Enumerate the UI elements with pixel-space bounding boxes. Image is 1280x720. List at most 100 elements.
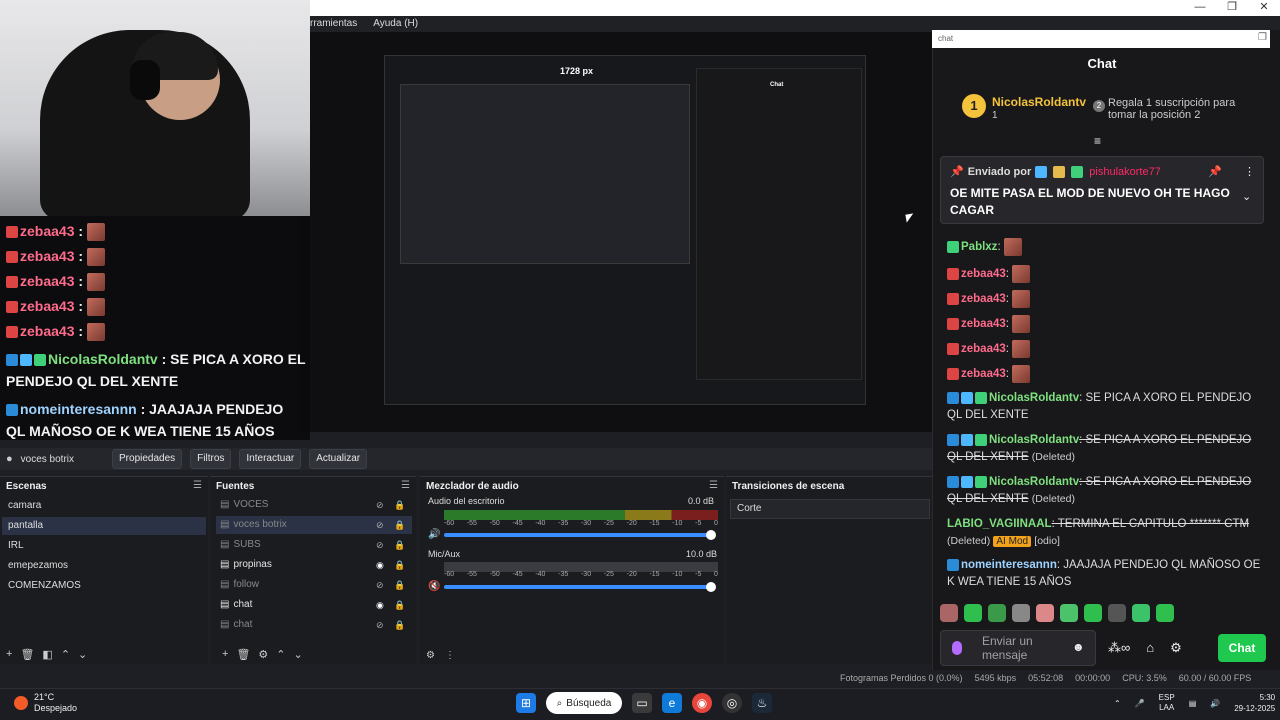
emote-icon[interactable]: [1156, 604, 1174, 622]
scene-item[interactable]: IRL: [2, 537, 206, 555]
volume-slider[interactable]: [444, 585, 714, 589]
scene-item[interactable]: COMENZAMOS: [2, 577, 206, 595]
maximize-button[interactable]: ❐: [1216, 0, 1248, 16]
sub-icon: [975, 475, 987, 488]
source-item[interactable]: ▤ SUBS ⊘ 🔒: [216, 536, 412, 554]
gear-icon[interactable]: ⚙: [426, 650, 435, 661]
source-item[interactable]: ▤ propinas ◉ 🔒: [216, 556, 412, 574]
leaderboard-name[interactable]: NicolasRoldantv: [992, 95, 1086, 109]
source-item[interactable]: ▤ chat ◉ 🔒: [216, 596, 412, 614]
filters-button[interactable]: Filtros: [190, 449, 232, 469]
scene-item[interactable]: camara: [2, 497, 206, 515]
trash-icon[interactable]: 🗑: [20, 648, 34, 661]
audio-scale: -60 -55 -50 -45 -40 -35 -30 -25 -20 -15 -10 -5 0: [444, 571, 718, 578]
language-layout[interactable]: LAA: [1159, 703, 1174, 712]
chat-message: NicolasRoldantv: SE PICA A XORO EL PENDE…: [947, 391, 1252, 421]
emote-icon[interactable]: [1132, 604, 1150, 622]
source-item[interactable]: ▤ VOCES ⊘ 🔒: [216, 496, 412, 514]
edge-icon[interactable]: e: [662, 693, 682, 713]
scene-item[interactable]: emepezamos: [2, 557, 206, 575]
interact-button[interactable]: Interactuar: [239, 449, 302, 469]
emote-icon[interactable]: [1108, 604, 1126, 622]
dock-menu-icon[interactable]: ☰: [709, 480, 718, 491]
task-view-icon[interactable]: ▭: [632, 693, 652, 713]
microphone-icon[interactable]: 🎤: [1135, 699, 1145, 708]
chat-url-bar[interactable]: chat: [932, 30, 1270, 48]
source-item[interactable]: ▤ chat ⊘ 🔒: [216, 616, 412, 634]
emote-icon[interactable]: [940, 604, 958, 622]
minimize-button[interactable]: —: [1184, 0, 1216, 16]
gem-icon: [961, 475, 973, 488]
emote-icon[interactable]: [1060, 604, 1078, 622]
volume-icon[interactable]: 🔊: [1210, 699, 1220, 708]
chat-send-button[interactable]: Chat: [1218, 634, 1266, 662]
leaderboard-gift-prompt[interactable]: Regala 1 suscripción para tomar la posic…: [1108, 97, 1258, 121]
pin-icon[interactable]: 📌: [1208, 165, 1222, 178]
overlay-chat: zebaa43 : zebaa43 : zebaa43 : zebaa43 : …: [0, 216, 310, 440]
source-item[interactable]: ▤ voces botrix ⊘ 🔒: [216, 516, 412, 534]
chevron-down-icon[interactable]: ⌄: [294, 648, 303, 661]
emote-icon[interactable]: [1036, 604, 1054, 622]
more-icon[interactable]: ⋮: [445, 650, 455, 661]
menu-help[interactable]: Ayuda (H): [373, 16, 418, 32]
gift-icon[interactable]: ⌂: [1146, 640, 1154, 656]
emote-icon[interactable]: [988, 604, 1006, 622]
scenes-footer: + 🗑 ◧ ⌃ ⌄: [0, 644, 87, 664]
language[interactable]: ESP: [1159, 693, 1175, 702]
transition-select[interactable]: Corte: [730, 499, 930, 519]
pinned-user[interactable]: pishulakorte77: [1089, 166, 1161, 178]
emote-icon[interactable]: [1084, 604, 1102, 622]
filter-icon[interactable]: ◧: [42, 648, 52, 661]
source-icon: ●: [6, 453, 13, 465]
sword-icon: [947, 293, 959, 305]
eye-icon: ◉: [376, 600, 384, 610]
volume-knob[interactable]: [706, 582, 716, 592]
stream-time: 05:52:08: [1028, 673, 1064, 683]
source-type-icon: ▤: [220, 519, 230, 530]
chevron-up-icon[interactable]: ⌃: [61, 648, 70, 661]
obs-icon[interactable]: ◎: [722, 693, 742, 713]
clock-time[interactable]: 5:30: [1260, 693, 1276, 702]
network-icon[interactable]: ▤: [1189, 699, 1197, 708]
taskbar-search[interactable]: ⌕ Búsqueda: [546, 692, 622, 714]
microphone-icon[interactable]: [952, 641, 962, 655]
weather-widget[interactable]: 21°C Despejado: [14, 692, 77, 714]
add-icon[interactable]: +: [6, 648, 12, 660]
volume-knob[interactable]: [706, 530, 716, 540]
points-icon[interactable]: ⁂∞: [1108, 640, 1130, 656]
emote-icon[interactable]: [964, 604, 982, 622]
gear-icon[interactable]: ⚙: [1170, 640, 1182, 656]
dock-menu-icon[interactable]: ☰: [401, 480, 410, 491]
source-item[interactable]: ▤ follow ⊘ 🔒: [216, 576, 412, 594]
refresh-button[interactable]: Actualizar: [309, 449, 368, 469]
windows-start-icon[interactable]: ⊞: [516, 693, 536, 713]
chevron-up-icon[interactable]: ⌃: [1114, 699, 1121, 708]
collapse-icon[interactable]: ≡: [1094, 134, 1101, 148]
chevron-up-icon[interactable]: ⌃: [276, 648, 285, 661]
trash-icon[interactable]: 🗑: [236, 648, 250, 661]
add-icon[interactable]: +: [222, 648, 228, 660]
chrome-icon[interactable]: ◉: [692, 693, 712, 713]
steam-icon[interactable]: ♨: [752, 693, 772, 713]
close-icon[interactable]: ❐: [1258, 32, 1267, 43]
speaker-icon[interactable]: 🔊: [428, 529, 440, 540]
clock-date[interactable]: 29-12-2025: [1234, 704, 1275, 713]
audio-scale: -60 -55 -50 -45 -40 -35 -30 -25 -20 -15 -10 -5 0: [444, 520, 718, 527]
volume-slider[interactable]: [444, 533, 714, 537]
dock-menu-icon[interactable]: ☰: [193, 480, 202, 491]
scene-item[interactable]: pantalla: [2, 517, 206, 535]
pinned-label: Enviado por: [967, 165, 1032, 178]
chevron-down-icon[interactable]: ⌄: [78, 648, 87, 661]
properties-button[interactable]: Propiedades: [112, 449, 183, 469]
webcam-feed: [0, 0, 310, 216]
gear-icon[interactable]: ⚙: [258, 648, 268, 661]
menu-tools[interactable]: rramientas: [310, 16, 357, 32]
selected-source-name: voces botrix: [20, 453, 75, 465]
close-button[interactable]: ✕: [1248, 0, 1280, 16]
emoji-icon[interactable]: ☻: [1072, 640, 1085, 654]
more-icon[interactable]: ⋮: [1244, 165, 1255, 178]
sword-icon: [6, 226, 18, 239]
emote-icon[interactable]: [1012, 604, 1030, 622]
chevron-down-icon[interactable]: ⌄: [1242, 190, 1251, 203]
speaker-muted-icon[interactable]: 🔇: [428, 581, 440, 592]
